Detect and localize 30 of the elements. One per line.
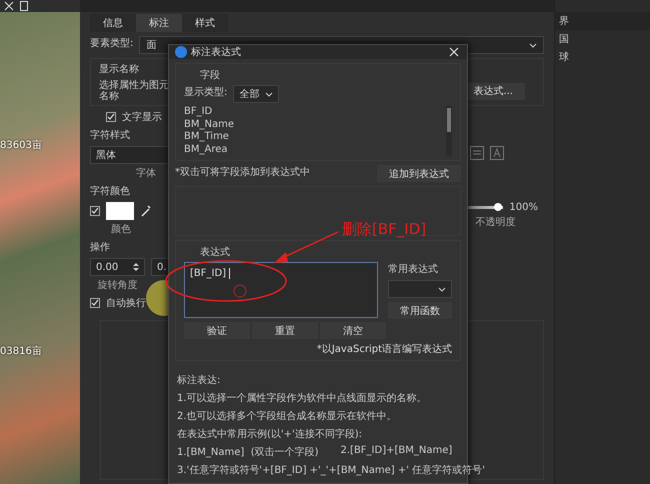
group-title: 显示名称 [99,63,139,76]
note-text: *以JavaScript语言编写表达式 [316,342,452,356]
help-text: 2.[BF_ID]+[BM_Name] [340,445,452,456]
dialog-title: 标注表达式 [191,46,242,59]
field-label: 显示类型: [184,86,228,99]
map-label: 03816亩 [0,344,43,358]
section-title: 字符样式 [90,128,130,142]
hint-text: *双击可将字段添加到表达式中 [175,166,310,179]
field-caption: 旋转角度 [96,278,138,292]
map-label: 83603亩 [0,138,43,152]
group-title: 表达式 [199,246,230,259]
field-caption: 不透明度 [476,216,516,229]
section-title: 字符颜色 [90,184,130,198]
field-label: 选择属性为图元名称 [99,80,170,102]
field-label: 常用表达式 [388,262,438,276]
field-caption: 颜色 [110,222,132,236]
help-text: 在表达式中常用示例(以'+'连接不同字段): [177,428,362,441]
help-text: 1.可以选择一个属性字段作为软件中点线面显示的名称。 [177,392,427,405]
annotation-text: 删除[BF_ID] [342,220,426,239]
group-title: 字段 [199,68,220,82]
help-text: 2.也可以选择多个字段组合成名称显示在软件中。 [177,410,397,423]
field-caption: 字体 [136,166,156,180]
section-title: 操作 [90,241,110,254]
help-text: 3.'任意字符或符号'+[BF_ID] +'_'+[BM_Name] +' 任意字符或符号' [177,464,485,477]
checkbox-label: 自动换行 [106,297,146,310]
help-text: 1.[BM_Name] (双击一个字段) [177,446,318,459]
field-label: 要素类型: [90,36,134,50]
help-title: 标注表达: [177,374,220,387]
opacity-value: 100% [509,202,538,213]
checkbox-label: 文字显示 [122,110,162,124]
